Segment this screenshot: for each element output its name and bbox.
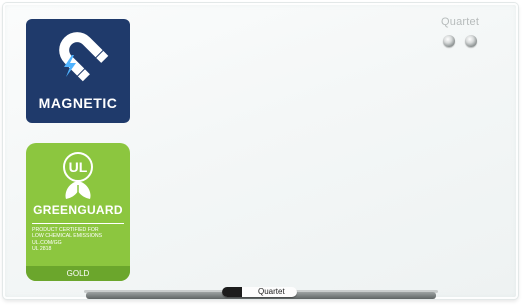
- magnetic-badge: MAGNETIC: [26, 19, 130, 123]
- marker-cap: [222, 287, 242, 297]
- magnetic-label: MAGNETIC: [38, 95, 118, 111]
- cert-line: UL 2818: [32, 246, 52, 253]
- gold-level-label: GOLD: [26, 266, 130, 281]
- glass-whiteboard: Quartet MAGNETIC UL GREENGUARD PRODUCT C…: [0, 0, 522, 306]
- ul-logo-text: UL: [69, 159, 88, 175]
- magnet-icon: [59, 32, 109, 82]
- brand-logo: Quartet: [441, 16, 480, 28]
- greenguard-title: GREENGUARD: [33, 203, 123, 217]
- divider: [32, 223, 124, 224]
- marker-brand: Quartet: [258, 287, 285, 296]
- ul-leaf-icon: UL: [63, 152, 93, 199]
- certification-text: PRODUCT CERTIFIED FOR LOW CHEMICAL EMISS…: [32, 227, 128, 253]
- standoff-right: [465, 35, 477, 47]
- mounting-standoffs: [443, 35, 481, 47]
- standoff-left: [443, 35, 455, 47]
- greenguard-badge: UL GREENGUARD PRODUCT CERTIFIED FOR LOW …: [26, 143, 130, 281]
